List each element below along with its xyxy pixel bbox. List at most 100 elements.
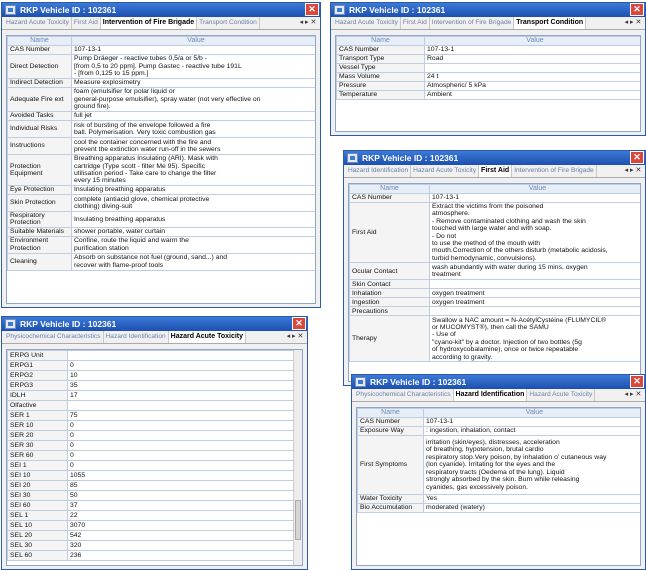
table-row[interactable]: Olfactive	[7, 400, 296, 411]
table-row[interactable]: Individual Risks risk of bursting of the …	[7, 120, 315, 138]
tab-hazard-acute-toxicity[interactable]: Hazard Acute Toxicity	[333, 17, 401, 29]
column-header-name[interactable]: Name	[7, 36, 72, 46]
table-row[interactable]: Ingestion oxygen treatment	[349, 297, 640, 308]
table-row[interactable]: SEL 20 542	[7, 530, 296, 541]
table-row[interactable]: SEL 10 3070	[7, 520, 296, 531]
table-row[interactable]: SEI 20 85	[7, 480, 296, 491]
tab-transport-condition[interactable]: Transport Condition	[197, 17, 260, 29]
table-row[interactable]: Transport Type Road	[336, 54, 640, 64]
vertical-scrollbar[interactable]	[293, 350, 302, 565]
column-header-value[interactable]: Value	[424, 36, 640, 46]
tab-scroll-arrows[interactable]: ◂ ▸ ✕	[296, 17, 320, 29]
tab-hazard-acute-toxicity[interactable]: Hazard Acute Toxicity	[411, 165, 480, 177]
table-row[interactable]: ERPG1 0	[7, 360, 296, 371]
tab-physicochemical-characteristics[interactable]: Physicochemical Characteristics	[354, 389, 454, 401]
column-header-name[interactable]: Name	[336, 36, 425, 46]
table-row[interactable]: Exposure Way: ingestion, inhalation, con…	[357, 426, 640, 436]
table-row[interactable]: CAS Number 107-13-1	[357, 417, 640, 427]
table-row[interactable]: Adequate Fire ext foam (emulsifier for po…	[7, 87, 315, 112]
property-name: Therapy	[349, 315, 430, 363]
table-row[interactable]: Mass Volume 24 t	[336, 72, 640, 82]
table-row[interactable]: SER 1 75	[7, 410, 296, 421]
table-row[interactable]: Environment Protection Confine, route the…	[7, 235, 315, 254]
tab-hazard-acute-toxicity[interactable]: Hazard Acute Toxicity	[168, 331, 247, 343]
table-row[interactable]: SER 20 0	[7, 430, 296, 441]
table-row[interactable]: Precautions	[349, 306, 640, 317]
property-value	[429, 279, 640, 290]
tab-first-aid[interactable]: First Aid	[401, 17, 430, 29]
window-title-bar[interactable]: RKP Vehicle ID : 102361 ✕	[331, 3, 645, 17]
tab-hazard-identification[interactable]: Hazard Identification	[346, 165, 412, 177]
tab-physicochemical-characteristics[interactable]: Physicochemical Characteristics	[4, 331, 104, 343]
table-row[interactable]: Avoided Tasks full jet	[7, 111, 315, 121]
table-row[interactable]: SEL 1 22	[7, 510, 296, 521]
table-row[interactable]: Water Toxicity Yes	[357, 494, 640, 504]
table-row[interactable]: Temperature Ambient	[336, 90, 640, 100]
table-row[interactable]: Bio Accumulation moderated (watery)	[357, 503, 640, 513]
tab-intervention-of-fire-brigade[interactable]: Intervention of Fire Brigade	[100, 17, 198, 29]
table-row[interactable]: SEI 10 1055	[7, 470, 296, 481]
tab-hazard-acute-toxicity[interactable]: Hazard Acute Toxicity	[4, 17, 72, 29]
tab-hazard-identification[interactable]: Hazard Identification	[453, 389, 528, 401]
table-row[interactable]: SEL 30 320	[7, 540, 296, 551]
scrollbar-thumb[interactable]	[295, 500, 301, 540]
table-row[interactable]: Indirect Detection Measure explosimetry	[7, 78, 315, 88]
table-row[interactable]: Skin Contact	[349, 279, 640, 290]
tab-scroll-arrows[interactable]: ◂ ▸ ✕	[621, 165, 645, 177]
table-row[interactable]: SER 10 0	[7, 420, 296, 431]
window-transport-condition: RKP Vehicle ID : 102361 ✕ Hazard Acute Tox…	[330, 2, 646, 136]
close-button[interactable]: ✕	[292, 317, 306, 330]
column-header-value[interactable]: Value	[71, 36, 315, 46]
table-row[interactable]: Protection Equipment Breathing apparatus …	[7, 154, 315, 186]
column-header-name[interactable]: Name	[357, 408, 424, 418]
window-title-bar[interactable]: RKP Vehicle ID : 102361 ✕	[344, 151, 645, 165]
close-button[interactable]: ✕	[630, 151, 644, 164]
table-row[interactable]: Eye Protection Insulating breathing appar…	[7, 185, 315, 195]
table-row[interactable]: SEI 10	[7, 460, 296, 471]
tab-intervention-of-fire-brigade[interactable]: Intervention of Fire Brigade	[430, 17, 515, 29]
table-row[interactable]: Pressure Atmospheric/ 5 kPa	[336, 81, 640, 91]
table-row[interactable]: Therapy Swallow a NAC amount = N-AcétylCy…	[349, 315, 640, 363]
table-row[interactable]: Skin Protection complete (antiacid glove,…	[7, 194, 315, 212]
table-row[interactable]: SEL 60 236	[7, 550, 296, 561]
table-row[interactable]: SER 30 0	[7, 440, 296, 451]
close-button[interactable]: ✕	[630, 375, 644, 388]
table-row[interactable]: Ocular Contact wash abundantly with water…	[349, 262, 640, 281]
column-header-value[interactable]: Value	[423, 408, 640, 418]
window-title-bar[interactable]: RKP Vehicle ID : 102361 ✕	[2, 317, 307, 331]
close-button[interactable]: ✕	[305, 3, 319, 16]
tab-intervention-of-fire-brigade[interactable]: Intervention of Fire Brigade	[512, 165, 597, 177]
table-row[interactable]: SEI 30 50	[7, 490, 296, 501]
table-row[interactable]: CAS Number 107-13-1	[349, 193, 640, 203]
tab-transport-condition[interactable]: Transport Condition	[514, 17, 587, 29]
table-row[interactable]: ERPG3 35	[7, 380, 296, 391]
table-row[interactable]: Respiratory Protection Insulating breathi…	[7, 211, 315, 228]
table-row[interactable]: Instructions cool the container concerned…	[7, 137, 315, 155]
tab-first-aid[interactable]: First Aid	[72, 17, 101, 29]
tab-scroll-arrows[interactable]: ◂ ▸ ✕	[283, 331, 307, 343]
table-row[interactable]: First Aid Extract the victims from the po…	[349, 201, 640, 264]
table-row[interactable]: SER 60 0	[7, 450, 296, 461]
tab-scroll-arrows[interactable]: ◂ ▸ ✕	[621, 17, 645, 29]
tab-scroll-arrows[interactable]: ◂ ▸ ✕	[621, 389, 645, 401]
table-row[interactable]: Vessel Type	[336, 63, 640, 73]
table-row[interactable]: Direct Detection Pump Dräeger - reactive …	[7, 54, 315, 79]
table-row[interactable]: Suitable Materials shower portable, water…	[7, 226, 315, 237]
window-title-bar[interactable]: RKP Vehicle ID : 102361 ✕	[352, 375, 645, 389]
table-row[interactable]: Inhalation oxygen treatment	[349, 288, 640, 299]
table-row[interactable]: Cleaning Absorb on substance not fuel (gr…	[7, 252, 315, 271]
tab-first-aid[interactable]: First Aid	[479, 165, 513, 177]
window-title-bar[interactable]: RKP Vehicle ID : 102361 ✕	[2, 3, 320, 17]
table-row[interactable]: ERPG2 10	[7, 370, 296, 381]
close-button[interactable]: ✕	[630, 3, 644, 16]
column-header-value[interactable]: Value	[429, 184, 640, 194]
tab-hazard-identification[interactable]: Hazard Identification	[104, 331, 169, 343]
table-row[interactable]: ERPG Unit	[7, 350, 296, 361]
table-row[interactable]: SEI 60 37	[7, 500, 296, 511]
tab-hazard-acute-toxicity[interactable]: Hazard Acute Toxicity	[527, 389, 596, 401]
table-row[interactable]: First Symptoms irritation (skin/eyes), di…	[357, 435, 640, 495]
column-header-name[interactable]: Name	[349, 184, 430, 194]
table-row[interactable]: IDLH 17	[7, 390, 296, 401]
table-row[interactable]: CAS Number 107-13-1	[7, 45, 315, 55]
table-row[interactable]: CAS Number 107-13-1	[336, 45, 640, 55]
